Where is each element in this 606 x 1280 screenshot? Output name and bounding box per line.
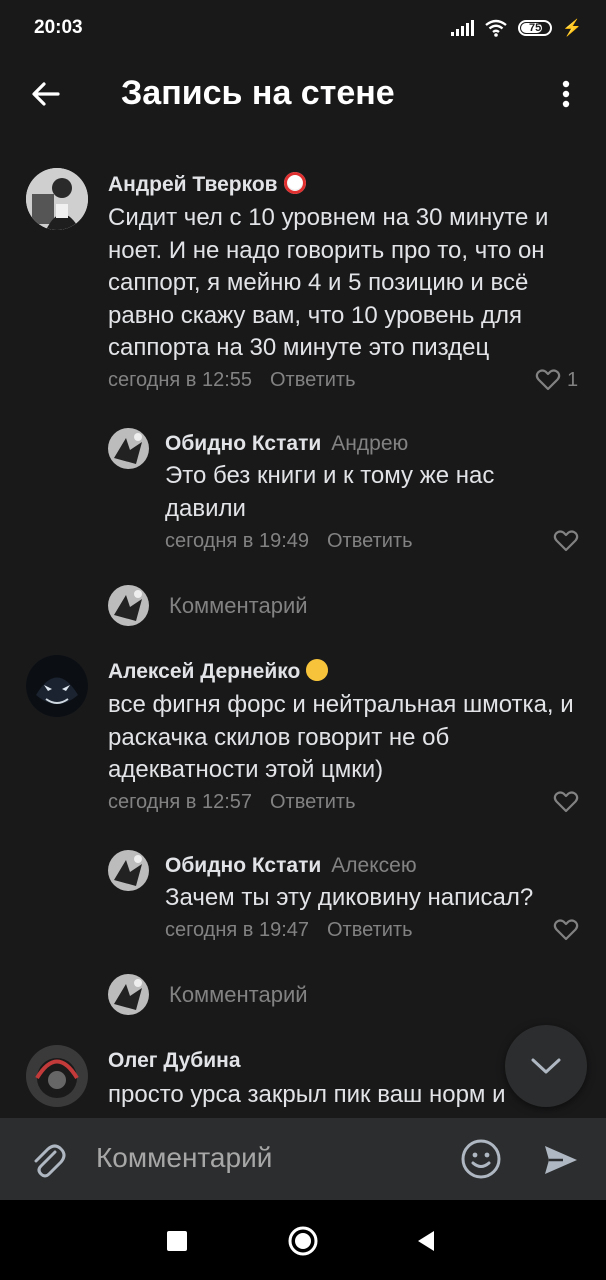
reply-time: сегодня в 19:47 <box>165 919 309 941</box>
signal-icon <box>451 20 475 36</box>
comment-author[interactable]: Олег Дубина <box>108 1049 241 1073</box>
reply-meta: сегодня в 19:47 Ответить <box>165 919 413 942</box>
back-arrow-icon[interactable] <box>28 76 64 112</box>
reply-text: Это без книги и к тому же нас давили <box>165 462 495 522</box>
page-title: Запись на стене <box>121 74 395 112</box>
heart-icon <box>535 369 561 391</box>
avatar[interactable] <box>26 655 88 717</box>
system-back-button[interactable] <box>416 1229 436 1253</box>
comment-meta: сегодня в 12:55 Ответить <box>108 369 356 392</box>
status-bar: 20:03 75 ⚡ <box>0 0 606 56</box>
battery-level: 75 <box>528 22 542 34</box>
avatar <box>108 974 149 1015</box>
comment-composer: Комментарий <box>0 1118 606 1200</box>
chevron-down-icon <box>531 1058 561 1074</box>
avatar[interactable] <box>108 850 149 891</box>
comment-meta: сегодня в 12:57 Ответить <box>108 791 356 814</box>
comment-input[interactable]: Комментарий <box>96 1142 272 1174</box>
comment-author[interactable]: Андрей Тверков <box>108 172 306 197</box>
charging-icon: ⚡ <box>562 20 582 37</box>
emoji-icon[interactable] <box>460 1138 502 1180</box>
send-icon[interactable] <box>541 1140 581 1180</box>
status-icons: 75 ⚡ <box>451 18 582 38</box>
reply-author[interactable]: Обидно Кстати Алексею <box>165 854 417 878</box>
wifi-icon <box>485 19 507 37</box>
reply-button[interactable]: Ответить <box>327 919 413 941</box>
reply-to: Алексею <box>331 854 417 877</box>
attach-icon[interactable] <box>28 1140 68 1180</box>
avatar <box>108 585 149 626</box>
sunglasses-face-icon <box>306 659 329 681</box>
system-navigation-bar <box>0 1200 606 1280</box>
reply-button[interactable]: Ответить <box>270 791 356 813</box>
reply-time: сегодня в 19:49 <box>165 530 309 552</box>
heart-icon[interactable] <box>553 529 579 553</box>
thread-comment-input[interactable]: Комментарий <box>169 593 308 619</box>
thread-comment-input[interactable]: Комментарий <box>169 982 308 1008</box>
comment-time: сегодня в 12:57 <box>108 791 252 813</box>
reply-button[interactable]: Ответить <box>327 530 413 552</box>
reply-author[interactable]: Обидно Кстати Андрею <box>165 432 408 456</box>
avatar[interactable] <box>26 168 88 230</box>
reply-to: Андрею <box>331 432 409 455</box>
status-time: 20:03 <box>34 17 83 38</box>
heart-icon[interactable] <box>553 790 579 814</box>
app-bar: Запись на стене <box>0 56 606 132</box>
avatar[interactable] <box>108 428 149 469</box>
home-button[interactable] <box>287 1225 319 1257</box>
like-button[interactable]: 1 <box>535 368 578 392</box>
recent-apps-button[interactable] <box>167 1231 187 1251</box>
comment-time: сегодня в 12:55 <box>108 369 252 391</box>
comment-author[interactable]: Алексей Дернейко <box>108 659 329 684</box>
scroll-down-button[interactable] <box>505 1025 587 1107</box>
heart-icon[interactable] <box>553 918 579 942</box>
reply-text: Зачем ты эту диковину написал? <box>165 884 534 911</box>
more-options-icon[interactable] <box>553 76 579 112</box>
comment-text: все фигня форс и нейтральная шмотка, и р… <box>108 691 574 783</box>
avatar[interactable] <box>26 1045 88 1107</box>
reply-meta: сегодня в 19:49 Ответить <box>165 530 413 553</box>
reply-button[interactable]: Ответить <box>270 369 356 391</box>
clown-face-icon <box>283 172 306 194</box>
like-count: 1 <box>567 368 579 391</box>
battery-icon: 75 <box>518 20 553 36</box>
comment-text: Сидит чел с 10 уровнем на 30 минуте и но… <box>108 204 549 361</box>
